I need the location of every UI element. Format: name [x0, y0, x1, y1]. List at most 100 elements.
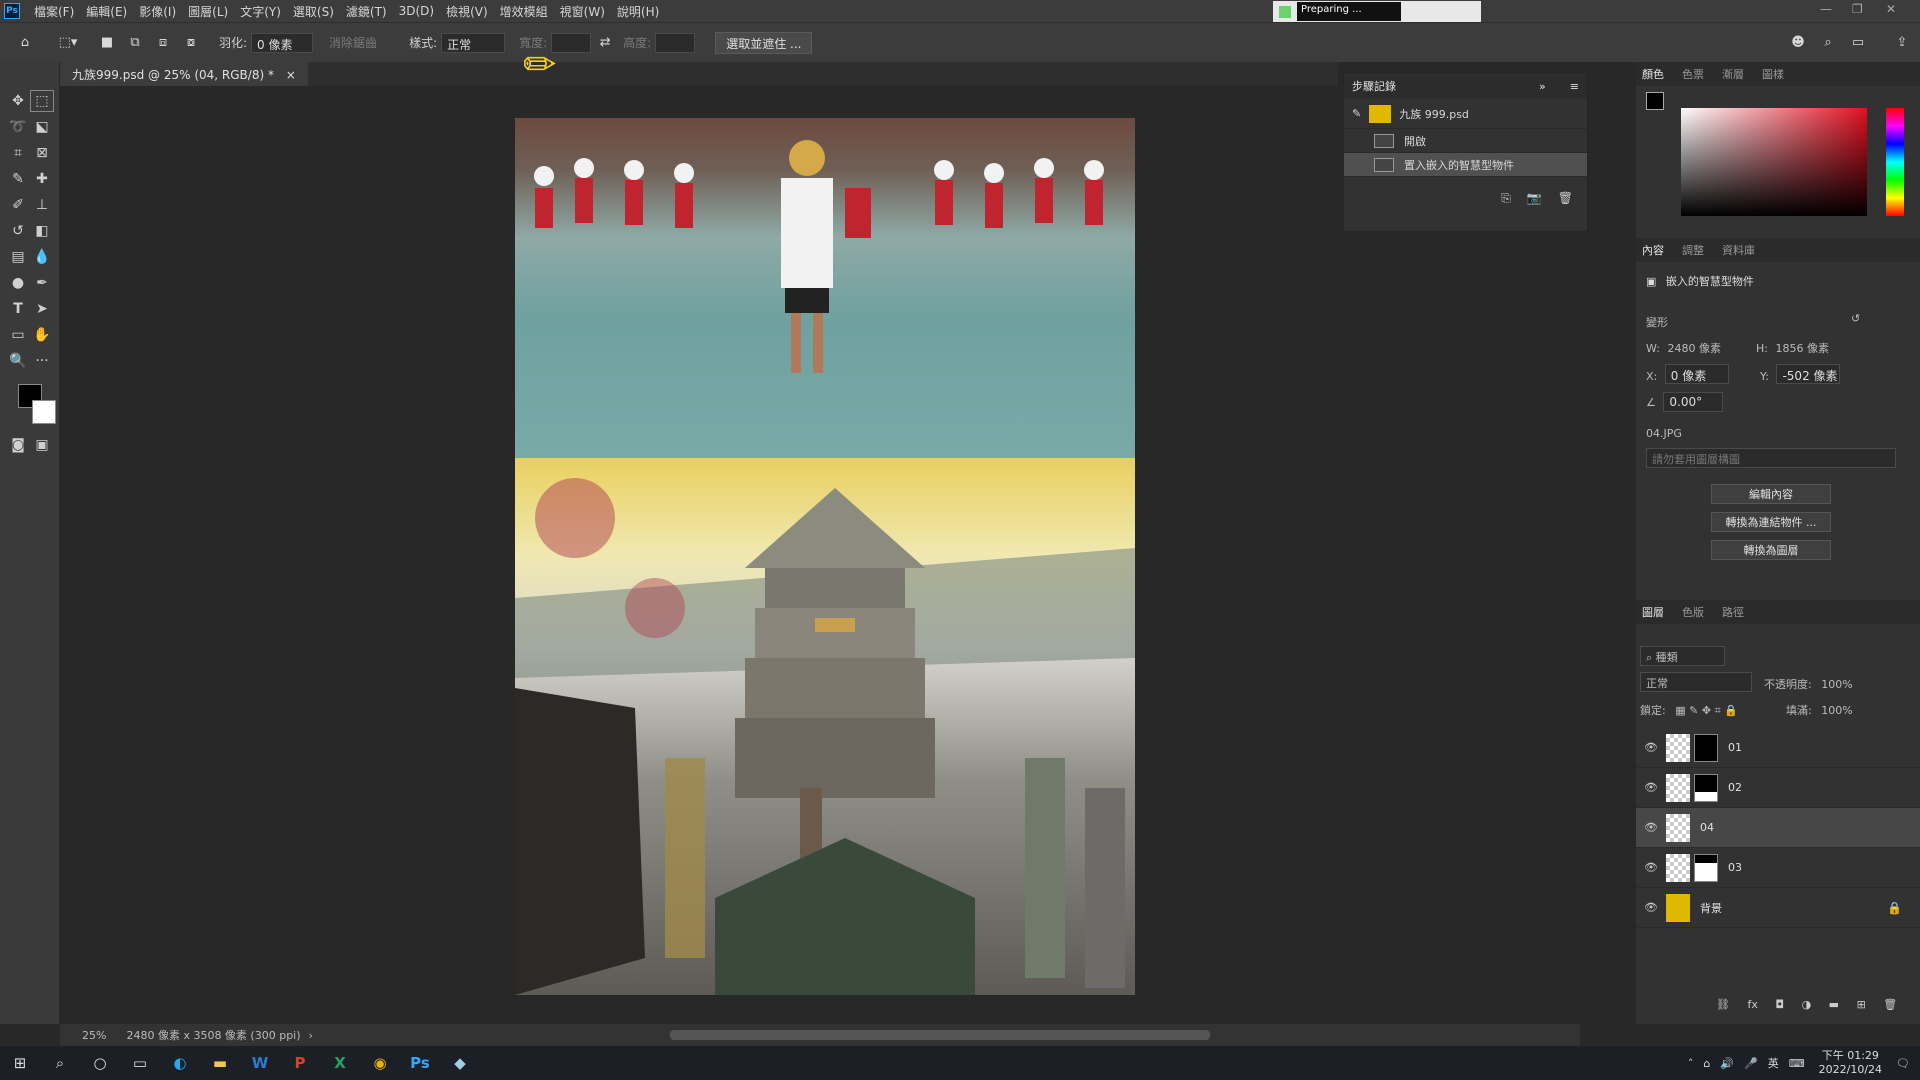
network-icon[interactable]: ⌂: [1703, 1057, 1710, 1070]
collapse-panel-icon[interactable]: »: [1539, 80, 1546, 93]
clock[interactable]: 下午 01:29 2022/10/24: [1819, 1049, 1882, 1077]
path-select-tool-icon[interactable]: ➤: [30, 298, 54, 320]
workspace-icon[interactable]: ▭: [1847, 32, 1869, 54]
angle-input[interactable]: 0.00°: [1663, 392, 1724, 412]
restore-icon[interactable]: ❐: [1852, 2, 1863, 16]
search-icon[interactable]: ⌕: [40, 1046, 80, 1080]
select-and-mask-button[interactable]: 選取並遮住 ...: [715, 31, 813, 54]
y-input[interactable]: -502 像素: [1776, 364, 1841, 384]
move-tool-icon[interactable]: ✥: [6, 90, 30, 112]
layer-comp-select[interactable]: 請勿套用圖層構圖: [1646, 448, 1896, 468]
cortana-icon[interactable]: ○: [80, 1046, 120, 1080]
screen-mode-icon[interactable]: ▣: [30, 434, 54, 456]
hue-slider[interactable]: [1886, 108, 1904, 216]
new-layer-icon[interactable]: ⊞: [1857, 998, 1866, 1011]
new-document-from-state-icon[interactable]: ⎘: [1501, 191, 1511, 206]
visibility-eye-icon[interactable]: 👁: [1636, 781, 1666, 794]
layer-row[interactable]: 👁 01: [1636, 728, 1920, 768]
history-step[interactable]: 開啟: [1344, 129, 1587, 153]
opacity-input[interactable]: 100%: [1821, 678, 1852, 691]
blend-mode-select[interactable]: 正常: [1640, 672, 1752, 692]
microphone-icon[interactable]: 🎤: [1744, 1057, 1758, 1070]
visibility-eye-icon[interactable]: 👁: [1636, 821, 1666, 834]
file-explorer-icon[interactable]: ▬: [200, 1046, 240, 1080]
account-icon[interactable]: ☻: [1787, 32, 1809, 54]
visibility-eye-icon[interactable]: 👁: [1636, 901, 1666, 914]
menu-window[interactable]: 視窗(W): [554, 3, 611, 20]
menu-filter[interactable]: 濾鏡(T): [340, 3, 393, 20]
antialias-checkbox[interactable]: 消除鋸齒: [329, 34, 377, 51]
tab-paths[interactable]: 路徑: [1722, 604, 1744, 620]
edge-icon[interactable]: ◐: [160, 1046, 200, 1080]
crop-tool-icon[interactable]: ⌗: [6, 142, 30, 164]
gradient-tool-icon[interactable]: ▤: [6, 246, 30, 268]
photoshop-logo-icon[interactable]: Ps: [4, 3, 20, 19]
home-icon[interactable]: ⌂: [14, 32, 36, 54]
start-icon[interactable]: ⊞: [0, 1046, 40, 1080]
height-value[interactable]: 1856 像素: [1775, 342, 1829, 355]
layer-mask-thumbnail[interactable]: [1694, 853, 1718, 882]
history-panel-title[interactable]: 步驟記錄: [1352, 78, 1396, 94]
menu-3d[interactable]: 3D(D): [393, 4, 440, 18]
volume-icon[interactable]: 🔊: [1720, 1057, 1734, 1070]
reset-transform-icon[interactable]: ↺: [1851, 312, 1860, 325]
edit-contents-button[interactable]: 編輯內容: [1711, 484, 1831, 504]
menu-select[interactable]: 選取(S): [287, 3, 340, 20]
feather-input[interactable]: 0 像素: [251, 32, 314, 53]
visibility-eye-icon[interactable]: 👁: [1636, 741, 1666, 754]
style-select[interactable]: 正常: [441, 32, 506, 53]
lasso-tool-icon[interactable]: ➰: [6, 116, 30, 138]
tab-properties[interactable]: 內容: [1642, 242, 1664, 258]
app-icon[interactable]: ◆: [440, 1046, 480, 1080]
intersect-selection-icon[interactable]: ⧇: [180, 32, 202, 54]
rect-marquee-tool-icon[interactable]: ⬚: [30, 90, 54, 112]
horizontal-scrollbar[interactable]: [670, 1030, 1210, 1040]
tab-layers[interactable]: 圖層: [1642, 604, 1664, 620]
layer-row-selected[interactable]: 👁 04: [1636, 808, 1920, 848]
menu-plugins[interactable]: 增效模組: [494, 3, 554, 20]
menu-file[interactable]: 檔案(F): [28, 3, 80, 20]
history-brush-tool-icon[interactable]: ↺: [6, 220, 30, 242]
group-icon[interactable]: ▬: [1829, 998, 1839, 1011]
fx-icon[interactable]: fx: [1747, 998, 1757, 1011]
type-tool-icon[interactable]: T: [6, 298, 30, 320]
eraser-tool-icon[interactable]: ◧: [30, 220, 54, 242]
subtract-selection-icon[interactable]: ⧈: [152, 32, 174, 54]
layer-row-background[interactable]: 👁 背景 🔒: [1636, 888, 1920, 928]
new-selection-icon[interactable]: ■: [96, 32, 118, 54]
photoshop-taskbar-icon[interactable]: Ps: [400, 1046, 440, 1080]
object-select-tool-icon[interactable]: ⬕: [30, 116, 54, 138]
background-color-swatch[interactable]: [32, 400, 56, 424]
more-tools-icon[interactable]: ···: [30, 350, 54, 372]
healing-brush-tool-icon[interactable]: ✚: [30, 168, 54, 190]
convert-to-layers-button[interactable]: 轉換為圖層: [1711, 540, 1831, 560]
adjustment-layer-icon[interactable]: ◑: [1802, 998, 1812, 1011]
chevron-right-icon[interactable]: ›: [309, 1029, 313, 1042]
snapshot-camera-icon[interactable]: 📷: [1527, 191, 1542, 206]
tab-adjustments[interactable]: 調整: [1682, 242, 1704, 258]
tab-swatches[interactable]: 色票: [1682, 66, 1704, 82]
excel-icon[interactable]: X: [320, 1046, 360, 1080]
menu-edit[interactable]: 編輯(E): [80, 3, 133, 20]
tab-color[interactable]: 顏色: [1642, 66, 1664, 82]
share-icon[interactable]: ⇪: [1891, 32, 1913, 54]
fg-color-chip[interactable]: [1646, 92, 1664, 110]
keyboard-icon[interactable]: ⌨: [1789, 1057, 1805, 1070]
menu-image[interactable]: 影像(I): [133, 3, 182, 20]
close-tab-icon[interactable]: ×: [286, 68, 296, 82]
layer-mask-thumbnail[interactable]: [1694, 773, 1718, 802]
zoom-tool-icon[interactable]: 🔍: [6, 350, 30, 372]
zoom-level[interactable]: 25%: [82, 1029, 106, 1042]
blur-tool-icon[interactable]: 💧: [30, 246, 54, 268]
pen-tool-icon[interactable]: ✒: [30, 272, 54, 294]
brush-tool-icon[interactable]: ✐: [6, 194, 30, 216]
eyedropper-tool-icon[interactable]: ✎: [6, 168, 30, 190]
rectangle-tool-icon[interactable]: ▭: [6, 324, 30, 346]
word-icon[interactable]: W: [240, 1046, 280, 1080]
panel-menu-icon[interactable]: ≡: [1570, 80, 1579, 93]
menu-type[interactable]: 文字(Y): [234, 3, 287, 20]
chevron-up-icon[interactable]: ˄: [1688, 1057, 1694, 1070]
add-selection-icon[interactable]: ⧉: [124, 32, 146, 54]
x-input[interactable]: 0 像素: [1664, 364, 1729, 384]
tab-libraries[interactable]: 資料庫: [1722, 242, 1755, 258]
